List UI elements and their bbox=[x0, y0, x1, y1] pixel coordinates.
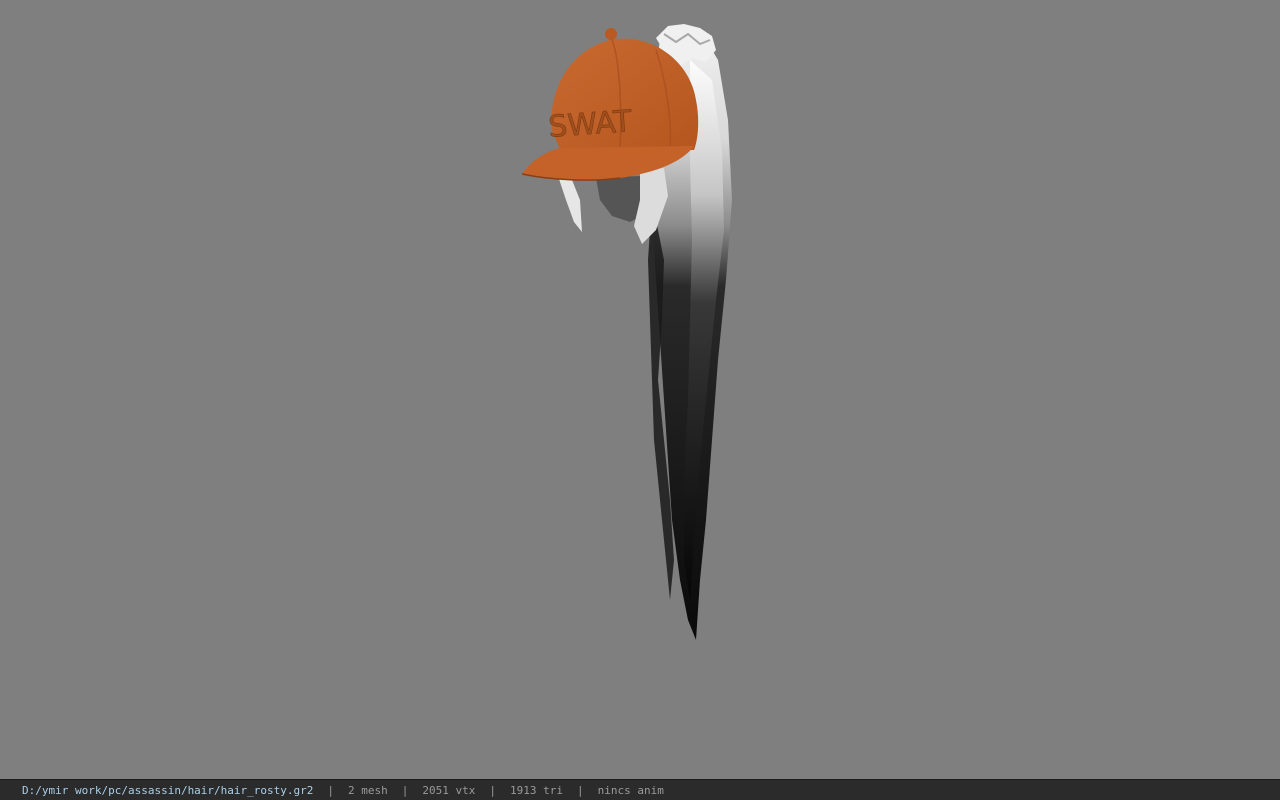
separator: | bbox=[577, 783, 584, 797]
model-render: SWAT bbox=[521, 24, 732, 640]
triangle-count: 1913 tri bbox=[510, 783, 563, 797]
mesh-count: 2 mesh bbox=[348, 783, 388, 797]
separator: | bbox=[401, 783, 409, 797]
separator: | bbox=[327, 783, 335, 797]
file-path: D:/ymir work/pc/assassin/hair/hair_rosty… bbox=[22, 783, 314, 797]
3d-viewport[interactable]: SWAT bbox=[0, 0, 1280, 779]
status-bar: D:/ymir work/pc/assassin/hair/hair_rosty… bbox=[0, 779, 1280, 800]
animation-status: nincs anim bbox=[597, 783, 664, 797]
cap-logo-text: SWAT bbox=[547, 104, 633, 145]
vertex-count: 2051 vtx bbox=[422, 783, 476, 797]
separator: | bbox=[489, 783, 497, 797]
